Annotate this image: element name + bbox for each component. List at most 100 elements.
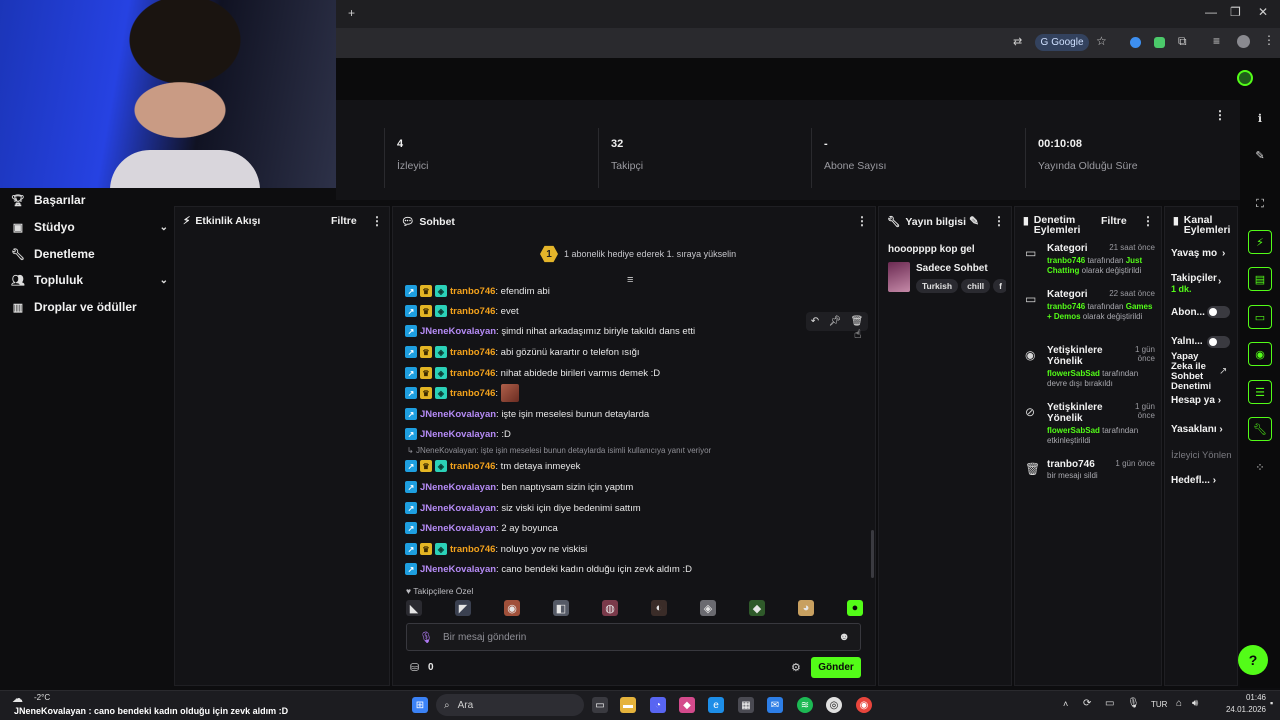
help-button[interactable]: ? — [1238, 645, 1268, 675]
pencil-icon[interactable]: ✎ — [969, 214, 979, 228]
spotify-icon[interactable]: ≋ — [797, 697, 813, 713]
slow-mode-item[interactable]: Yavaş mo › — [1171, 248, 1225, 259]
chat-username[interactable]: tranbo746 — [450, 286, 495, 297]
chat-username[interactable]: JNeneKovalayan — [420, 564, 496, 575]
sidebar-item-drops[interactable]: ▥ Droplar ve ödüller — [12, 300, 162, 314]
emoji-icon[interactable]: ☻ — [838, 631, 850, 643]
app-icon[interactable]: ◆ — [679, 697, 695, 713]
bolt-icon[interactable]: ⚡︎ — [1248, 230, 1272, 254]
mic-icon[interactable]: 🎙︎ — [419, 631, 433, 644]
subscribers-only-toggle[interactable] — [1207, 306, 1230, 318]
send-button[interactable]: Gönder — [811, 657, 861, 678]
taskbar-search[interactable]: ⌕ Ara — [436, 694, 584, 716]
chat-message[interactable]: ↗ ♛ ◈ tranbo746: — [405, 384, 520, 402]
chat-message[interactable]: ↗ ♛ ◈ tranbo746: noluyo yov ne viskisi — [405, 540, 587, 558]
sidebar-item-community[interactable]: 👥︎ Topluluk ⌄ — [11, 273, 168, 287]
chat-username[interactable]: tranbo746 — [450, 544, 495, 555]
sidebar-item-moderation[interactable]: 🔧︎ Denetleme — [11, 247, 162, 261]
weather-temp[interactable]: -2°C — [34, 693, 50, 702]
chat-username[interactable]: JNeneKovalayan — [420, 326, 496, 337]
collapse-icon[interactable]: ≡ — [627, 274, 633, 286]
targets-item[interactable]: Hedefl... › — [1171, 475, 1216, 486]
chat-message[interactable]: ↗ JNeneKovalayan: ben naptıysam sizin içi… — [405, 478, 633, 496]
sidebar-item-achievements[interactable]: 🏆︎ Başarılar — [11, 193, 162, 207]
chat-message[interactable]: ↗ JNeneKovalayan: şimdi nihat arkadaşımız… — [405, 322, 695, 340]
emote[interactable]: ◆ — [749, 600, 765, 616]
emote-only-toggle[interactable] — [1207, 336, 1230, 348]
kebab-icon[interactable]: ⋮ — [1214, 108, 1226, 122]
banned-users-item[interactable]: Yasaklanı › — [1171, 424, 1223, 435]
mic-icon[interactable]: 🎙︎ — [1127, 698, 1140, 709]
kebab-icon[interactable]: ⋮ — [371, 214, 383, 228]
maximize-icon[interactable]: ❐ — [1230, 5, 1241, 19]
emote[interactable]: ◉ — [504, 600, 520, 616]
chat-message[interactable]: ↗ ♛ ◈ tranbo746: abi gözünü karartır o tele… — [405, 343, 640, 361]
pencil-icon[interactable]: ✎ — [1248, 143, 1272, 167]
emote[interactable]: ◣ — [406, 600, 422, 616]
folder-icon[interactable]: ▬ — [620, 697, 636, 713]
chat-message[interactable]: ↗ ♛ ◈ tranbo746: nihat abidede birileri var… — [405, 364, 660, 382]
input-language[interactable]: TUR — [1151, 700, 1167, 709]
chat-username[interactable]: JNeneKovalayan — [420, 482, 496, 493]
chat-message[interactable]: ↗ JNeneKovalayan: siz viski için diye bed… — [405, 499, 641, 517]
media-icon[interactable]: ≡ — [1213, 34, 1220, 48]
clock-date[interactable]: 24.01.2026 — [1214, 705, 1266, 714]
apps-icon[interactable]: ⁘ — [1248, 455, 1272, 479]
gear-icon[interactable]: ⚙︎ — [791, 661, 801, 674]
avatar[interactable] — [1237, 35, 1250, 48]
tag[interactable]: f — [993, 279, 1006, 293]
emote[interactable]: ◕ — [798, 600, 814, 616]
points-icon[interactable]: ⛁ — [410, 661, 419, 674]
discord-icon[interactable]: ◔ — [650, 697, 666, 713]
google-lens-button[interactable]: G Google — [1035, 34, 1089, 51]
menu-icon[interactable]: ⋮ — [1263, 33, 1275, 47]
chat-username[interactable]: JNeneKovalayan — [420, 503, 496, 514]
chat-username[interactable]: tranbo746 — [450, 347, 495, 358]
filter-button[interactable]: Filtre — [331, 215, 357, 227]
sidebar-item-studio[interactable]: ▣ Stüdyo ⌄ — [12, 220, 168, 234]
notification-icon[interactable]: ▪ — [1270, 698, 1273, 708]
chat-username[interactable]: JNeneKovalayan — [420, 523, 496, 534]
emote[interactable]: ● — [847, 600, 863, 616]
kebab-icon[interactable]: ⋮ — [993, 214, 1005, 228]
reply-icon[interactable]: ↶ — [811, 316, 819, 327]
chat-icon[interactable]: ▭ — [1248, 305, 1272, 329]
chat-message[interactable]: ↗ ♛ ◈ tranbo746: tm detaya inmeyek — [405, 457, 580, 475]
info-icon[interactable]: ℹ — [1248, 106, 1272, 130]
tag[interactable]: Turkish — [916, 279, 959, 293]
store-icon[interactable]: ▦ — [738, 697, 754, 713]
mail-icon[interactable]: ✉ — [767, 697, 783, 713]
ai-moderation-item[interactable]: Yapay Zeka ile Sohbet Denetimi — [1171, 352, 1211, 392]
minimize-icon[interactable]: — — [1205, 5, 1217, 19]
filter-button[interactable]: Filtre — [1101, 215, 1127, 227]
account-age-item[interactable]: Hesap ya › — [1171, 395, 1221, 406]
wifi-icon[interactable]: ⌂ — [1176, 698, 1182, 709]
chat-message[interactable]: ↗ JNeneKovalayan: 2 ay boyunca — [405, 519, 558, 537]
avatar[interactable] — [1237, 70, 1253, 86]
network-icon[interactable]: ▭ — [1105, 698, 1114, 709]
scan-icon[interactable]: ⛶ — [1248, 192, 1272, 216]
kebab-icon[interactable]: ⋮ — [1142, 214, 1154, 228]
chat-username[interactable]: tranbo746 — [450, 368, 495, 379]
wrench-icon[interactable]: 🔧︎ — [1248, 417, 1272, 441]
gift-sub-banner[interactable]: 1 1 abonelik hediye ederek 1. sıraya yük… — [540, 244, 740, 264]
translate-icon[interactable]: ⇄ — [1013, 35, 1022, 48]
star-icon[interactable]: ☆ — [1096, 34, 1107, 48]
chat-message[interactable]: ↗ JNeneKovalayan: :D — [405, 425, 511, 443]
pin-icon[interactable]: 📌︎ — [828, 316, 841, 327]
emote[interactable]: ◧ — [553, 600, 569, 616]
chat-message[interactable]: ↗ ♛ ◈ tranbo746: evet — [405, 302, 519, 320]
chat-message[interactable]: ↗ ♛ ◈ tranbo746: efendim abi — [405, 282, 550, 300]
volume-icon[interactable]: 🔊︎ — [1192, 698, 1198, 709]
emote[interactable]: ◍ — [602, 600, 618, 616]
emote[interactable]: ◤ — [455, 600, 471, 616]
extension-icon[interactable] — [1130, 37, 1141, 48]
windows-start-icon[interactable]: ⊞ — [412, 697, 428, 713]
chat-input[interactable]: 🎙︎ Bir mesaj gönderin ☻ — [406, 623, 861, 651]
chat-username[interactable]: tranbo746 — [450, 461, 495, 472]
kebab-icon[interactable]: ⋮ — [856, 214, 868, 228]
emote[interactable]: ◐ — [651, 600, 667, 616]
chat-username[interactable]: JNeneKovalayan — [420, 429, 496, 440]
edge-icon[interactable]: e — [708, 697, 724, 713]
close-icon[interactable]: ✕ — [1258, 5, 1268, 19]
